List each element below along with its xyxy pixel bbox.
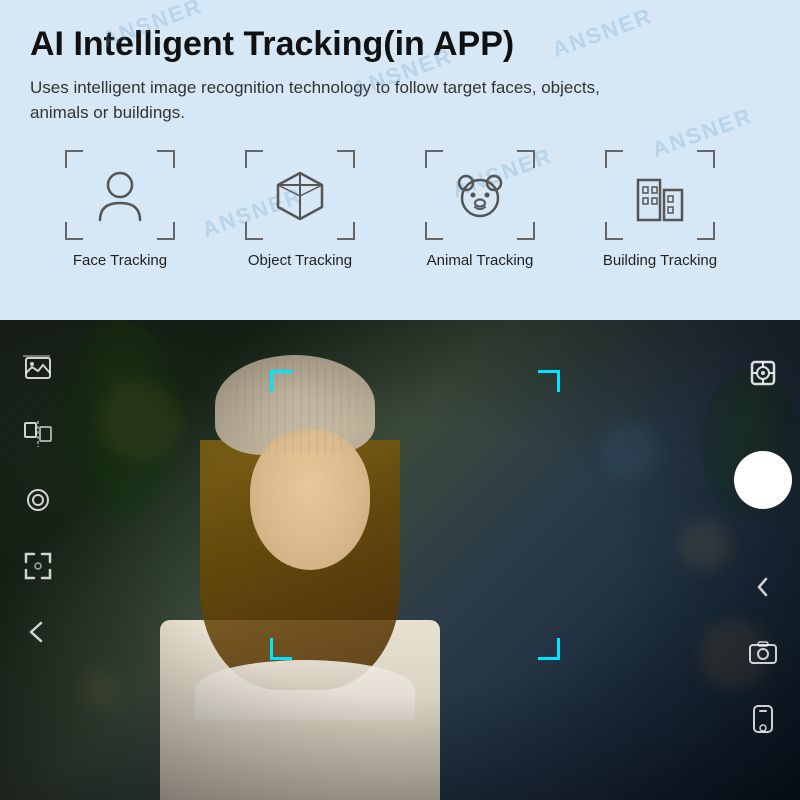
- building-icon-box: [605, 150, 715, 240]
- tracking-item-animal: Animal Tracking: [390, 150, 570, 269]
- back-icon[interactable]: [20, 614, 56, 650]
- camera-settings-icon[interactable]: [20, 482, 56, 518]
- object-icon-box: [245, 150, 355, 240]
- top-section: ANSNER ANSNER ANSNER ANSNER ANSNER ANSNE…: [0, 0, 800, 320]
- face-tracking-label: Face Tracking: [73, 252, 167, 269]
- ai-tracking-icon[interactable]: [745, 355, 781, 391]
- tracking-item-building: Building Tracking: [570, 150, 750, 269]
- camera-switch-icon[interactable]: [745, 635, 781, 671]
- animal-tracking-label: Animal Tracking: [427, 252, 534, 269]
- left-sidebar: [10, 340, 65, 780]
- page-subtitle: Uses intelligent image recognition techn…: [30, 75, 650, 126]
- expand-icon[interactable]: [745, 569, 781, 605]
- tracking-icons-row: Face Tracking Object Tracking: [30, 150, 770, 269]
- face: [250, 430, 370, 570]
- tracking-item-object: Object Tracking: [210, 150, 390, 269]
- animal-icon-box: [425, 150, 535, 240]
- animal-bracket-inner: [425, 150, 535, 240]
- face-bracket-inner: [65, 150, 175, 240]
- face-icon-box: [65, 150, 175, 240]
- autofocus-icon[interactable]: [20, 548, 56, 584]
- shutter-button[interactable]: [734, 451, 792, 509]
- flip-icon[interactable]: [20, 416, 56, 452]
- gallery-icon[interactable]: [20, 350, 56, 386]
- record-icon[interactable]: [745, 701, 781, 737]
- building-tracking-label: Building Tracking: [603, 252, 717, 269]
- bokeh-4: [600, 420, 660, 480]
- right-sidebar: [735, 340, 790, 780]
- bokeh-2: [680, 520, 730, 570]
- tree-left: [60, 320, 180, 520]
- tracking-item-face: Face Tracking: [30, 150, 210, 269]
- bokeh-3: [80, 670, 120, 710]
- camera-section: [0, 320, 800, 800]
- page-title: AI Intelligent Tracking(in APP): [30, 24, 770, 65]
- scarf: [195, 660, 415, 720]
- object-tracking-label: Object Tracking: [248, 252, 352, 269]
- building-bracket-inner: [605, 150, 715, 240]
- object-bracket-inner: [245, 150, 355, 240]
